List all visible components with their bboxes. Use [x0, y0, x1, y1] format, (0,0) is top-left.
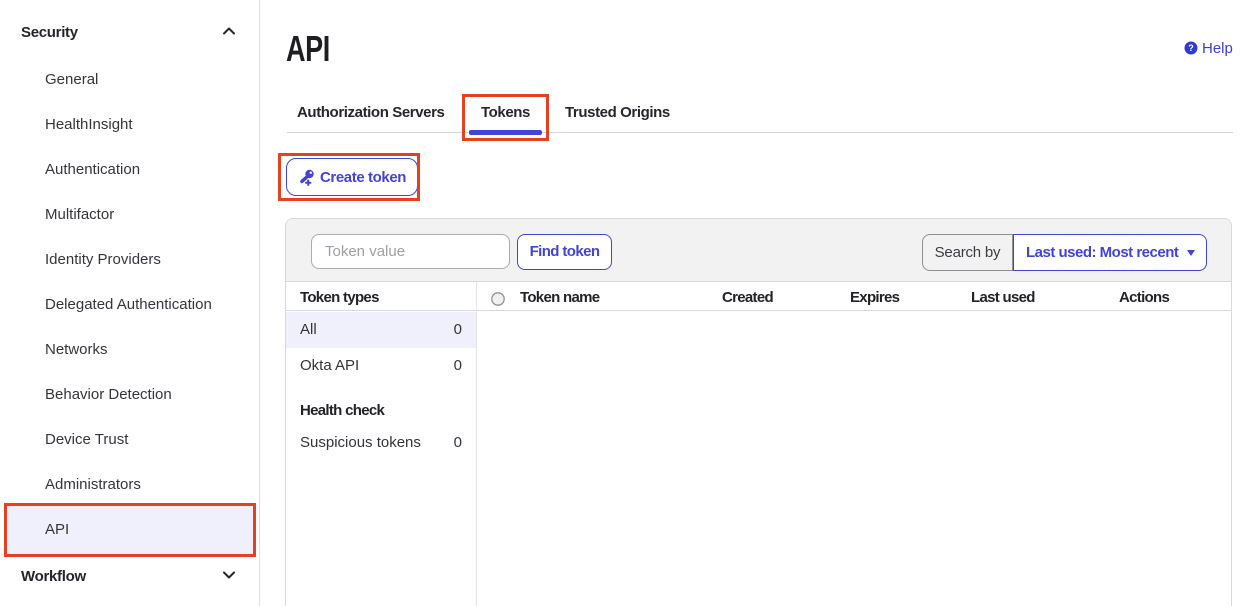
svg-text:?: ?: [1188, 43, 1194, 53]
